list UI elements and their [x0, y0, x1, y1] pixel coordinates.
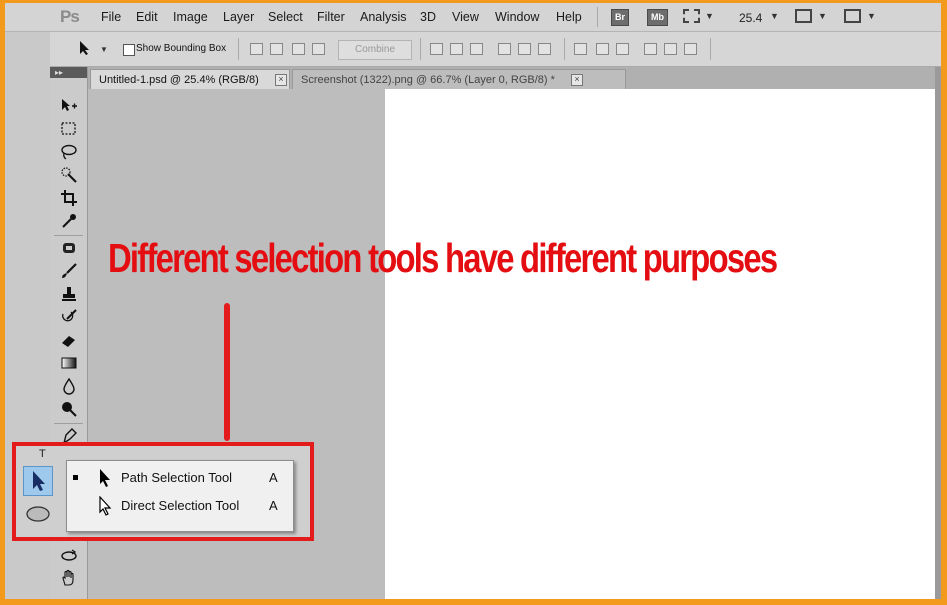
eraser-tool-icon[interactable]	[60, 331, 78, 349]
lasso-tool-icon[interactable]	[60, 143, 78, 161]
launch-minibridge-button[interactable]: Mb	[647, 9, 668, 26]
menu-edit[interactable]: Edit	[136, 10, 158, 24]
add-to-shape-area-icon[interactable]	[250, 43, 263, 55]
document-canvas[interactable]	[385, 89, 941, 599]
collapse-panel-icon[interactable]: ▸▸	[50, 67, 87, 78]
show-bounding-box-label: Show Bounding Box	[136, 43, 227, 54]
dodge-tool-icon[interactable]	[60, 400, 78, 418]
app-logo: Ps	[60, 7, 80, 26]
zoom-level[interactable]: 25.4	[739, 11, 762, 25]
options-separator	[564, 38, 565, 60]
menu-item-shortcut: A	[269, 498, 278, 513]
type-tool-icon[interactable]: T	[39, 448, 46, 460]
annotation-pointer	[224, 303, 230, 441]
subtract-from-shape-area-icon[interactable]	[270, 43, 283, 55]
menu-item-label: Path Selection Tool	[121, 470, 233, 485]
exclude-overlapping-areas-icon[interactable]	[312, 43, 325, 55]
options-separator	[238, 38, 239, 60]
menu-item-shortcut: A	[269, 470, 278, 485]
quick-selection-tool-icon[interactable]	[60, 166, 78, 184]
menu-window[interactable]: Window	[495, 10, 539, 24]
tab-screenshot-1322[interactable]: Screenshot (1322).png @ 66.7% (Layer 0, …	[292, 69, 626, 89]
chevron-down-icon[interactable]: ▼	[705, 11, 714, 21]
show-bounding-box-checkbox[interactable]	[123, 44, 135, 56]
menu-analysis[interactable]: Analysis	[360, 10, 407, 24]
distribute-left-edges-icon[interactable]	[644, 43, 657, 55]
spot-healing-brush-tool-icon[interactable]	[60, 239, 78, 257]
direct-selection-arrow-icon	[99, 496, 112, 516]
chevron-down-icon[interactable]: ▼	[867, 11, 876, 21]
menu-item-direct-selection-tool[interactable]: Direct Selection Tool A	[67, 493, 293, 519]
menu-3d[interactable]: 3D	[420, 10, 436, 24]
align-top-edges-icon[interactable]	[430, 43, 443, 55]
toolbox-excerpt: T	[19, 448, 59, 530]
menu-view[interactable]: View	[452, 10, 479, 24]
screen-mode-icon[interactable]	[844, 9, 861, 23]
tab-untitled-1[interactable]: Untitled-1.psd @ 25.4% (RGB/8) ×	[90, 69, 290, 89]
crop-tool-icon[interactable]	[60, 189, 78, 207]
options-separator	[710, 38, 711, 60]
tools-divider	[54, 235, 83, 236]
distribute-top-edges-icon[interactable]	[574, 43, 587, 55]
menu-file[interactable]: File	[101, 10, 121, 24]
distribute-right-edges-icon[interactable]	[684, 43, 697, 55]
panel-dock-edge	[935, 67, 941, 599]
hand-tool-icon[interactable]	[60, 569, 78, 587]
launch-bridge-button[interactable]: Br	[611, 9, 630, 26]
combine-button[interactable]: Combine	[338, 40, 412, 60]
menu-item-path-selection-tool[interactable]: Path Selection Tool A	[67, 465, 293, 491]
photoshop-window: Ps File Edit Image Layer Select Filter A…	[5, 3, 941, 599]
align-left-edges-icon[interactable]	[498, 43, 511, 55]
close-icon[interactable]: ×	[571, 74, 583, 86]
align-bottom-edges-icon[interactable]	[470, 43, 483, 55]
3d-rotate-tool-icon[interactable]	[60, 547, 78, 565]
options-bar: ▼ Show Bounding Box Combine	[50, 32, 941, 67]
distribute-horizontal-centers-icon[interactable]	[664, 43, 677, 55]
path-selection-tool-button[interactable]	[23, 466, 53, 496]
tool-preset-dropdown-icon[interactable]: ▼	[100, 45, 108, 54]
selected-bullet-icon	[73, 475, 78, 480]
document-tab-bar: Untitled-1.psd @ 25.4% (RGB/8) × Screens…	[50, 67, 941, 89]
view-extras-icon[interactable]	[683, 9, 700, 23]
tab-label: Screenshot (1322).png @ 66.7% (Layer 0, …	[301, 74, 555, 86]
path-selection-arrow-icon	[100, 469, 110, 487]
close-icon[interactable]: ×	[275, 74, 287, 86]
history-brush-tool-icon[interactable]	[60, 308, 78, 326]
menu-image[interactable]: Image	[173, 10, 208, 24]
rectangular-marquee-tool-icon[interactable]	[60, 120, 78, 138]
intersect-shape-areas-icon[interactable]	[292, 43, 305, 55]
tools-divider	[54, 423, 83, 424]
path-selection-tool-icon[interactable]	[78, 40, 92, 56]
menu-filter[interactable]: Filter	[317, 10, 345, 24]
ellipse-tool-icon[interactable]	[25, 504, 51, 524]
menu-bar: Ps File Edit Image Layer Select Filter A…	[5, 3, 941, 32]
blur-tool-icon[interactable]	[60, 377, 78, 395]
clone-stamp-tool-icon[interactable]	[60, 285, 78, 303]
arrow-cursor-icon	[33, 471, 45, 491]
gradient-tool-icon[interactable]	[60, 354, 78, 372]
distribute-bottom-edges-icon[interactable]	[616, 43, 629, 55]
move-tool-icon[interactable]	[60, 97, 78, 115]
options-separator	[420, 38, 421, 60]
distribute-vertical-centers-icon[interactable]	[596, 43, 609, 55]
tool-flyout-menu: Path Selection Tool A Direct Selection T…	[66, 460, 294, 532]
menu-item-label: Direct Selection Tool	[121, 498, 240, 513]
align-horizontal-centers-icon[interactable]	[518, 43, 531, 55]
menu-help[interactable]: Help	[556, 10, 582, 24]
highlight-box: T Path Selection Tool A Direct Selection…	[12, 442, 314, 541]
chevron-down-icon[interactable]: ▼	[818, 11, 827, 21]
align-right-edges-icon[interactable]	[538, 43, 551, 55]
brush-tool-icon[interactable]	[60, 262, 78, 280]
chevron-down-icon[interactable]: ▼	[770, 11, 779, 21]
menu-select[interactable]: Select	[268, 10, 303, 24]
tab-label: Untitled-1.psd @ 25.4% (RGB/8)	[99, 74, 259, 86]
annotation-caption: Different selection tools have different…	[108, 235, 778, 281]
menu-layer[interactable]: Layer	[223, 10, 254, 24]
menu-separator	[597, 7, 598, 27]
arrange-documents-icon[interactable]	[795, 9, 812, 23]
eyedropper-tool-icon[interactable]	[60, 212, 78, 230]
align-vertical-centers-icon[interactable]	[450, 43, 463, 55]
